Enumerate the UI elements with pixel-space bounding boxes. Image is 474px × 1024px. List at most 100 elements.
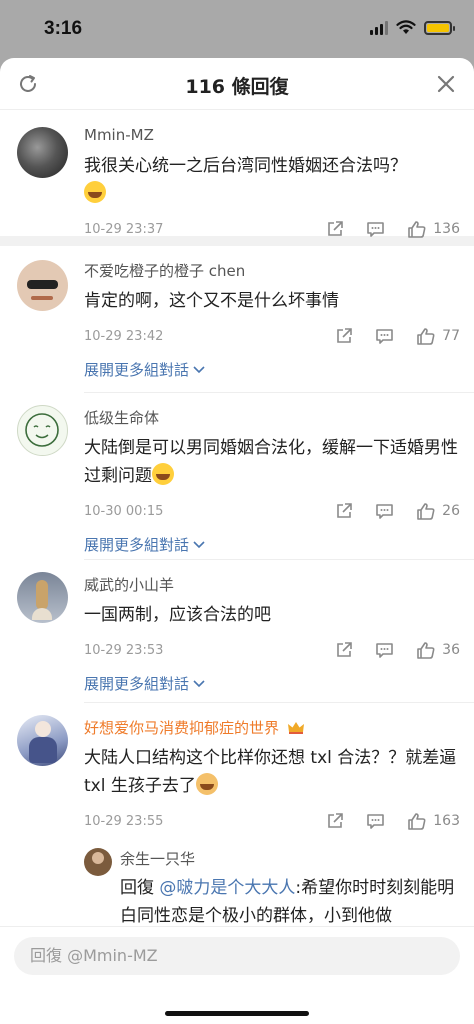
avatar[interactable] (17, 405, 68, 456)
reply-button[interactable] (375, 327, 394, 345)
comment-item: 好想爱你马消费抑郁症的世界 大陆人口结构这个比样你还想 txl 合法？？就差逼 … (0, 703, 474, 926)
chevron-down-icon (193, 540, 205, 548)
share-icon (337, 503, 352, 518)
reply-button[interactable] (375, 502, 394, 520)
reply-button[interactable] (375, 641, 394, 659)
share-button[interactable] (335, 327, 353, 345)
comment-list[interactable]: Mmin-MZ 我很关心统一之后台湾同性婚姻还合法吗？ 10-29 23:37 (0, 110, 474, 926)
comment-username-text: 好想爱你马消费抑郁症的世界 (84, 719, 280, 737)
like-count: 163 (433, 813, 460, 829)
comment-time: 10-29 23:42 (84, 328, 164, 344)
avatar[interactable] (17, 715, 68, 766)
comment-username[interactable]: 不爱吃橙子的橙子 chen (84, 246, 460, 282)
chevron-down-icon (193, 679, 205, 687)
comment-icon (376, 643, 393, 658)
thumbs-up-icon (417, 327, 435, 345)
comment-text-content: 大陆人口结构这个比样你还想 txl 合法？？就差逼 txl 生孩子去了 (84, 748, 457, 796)
crown-icon (287, 722, 304, 734)
home-indicator (165, 1011, 309, 1016)
comment-time: 10-29 23:53 (84, 642, 164, 658)
comment-text: 肯定的啊，这个又不是什么坏事情 (84, 291, 339, 311)
share-button[interactable] (326, 220, 344, 238)
expand-thread-label: 展開更多組對話 (84, 675, 190, 693)
like-button[interactable]: 77 (416, 327, 460, 346)
reply-avatar[interactable] (84, 848, 112, 876)
comment-username[interactable]: 低级生命体 (84, 393, 460, 429)
like-button[interactable]: 36 (416, 641, 460, 660)
like-button[interactable]: 26 (416, 502, 460, 521)
comment-text: 一国两制，应该合法的吧 (84, 605, 271, 625)
reply-prefix: 回復 (120, 878, 160, 898)
like-count: 136 (433, 221, 460, 237)
share-icon (337, 328, 352, 343)
share-button[interactable] (335, 641, 353, 659)
comment-icon (376, 504, 393, 519)
avatar[interactable] (17, 127, 68, 178)
like-button[interactable]: 136 (407, 220, 460, 239)
close-icon (437, 75, 455, 93)
battery-icon (424, 20, 455, 35)
wifi-icon (396, 20, 416, 34)
share-button[interactable] (326, 812, 344, 830)
comments-sheet: 116 條回復 Mmin-MZ 我很关心统一之后台湾同性婚姻还合法吗？ 10-2… (0, 58, 474, 1024)
comment-meta: 10-29 23:53 36 (84, 635, 460, 665)
expand-thread-link[interactable]: 展開更多組對話 (84, 359, 205, 380)
comment-time: 10-29 23:37 (84, 221, 164, 237)
avatar[interactable] (17, 260, 68, 311)
thumbs-up-icon (417, 641, 435, 659)
comment-meta: 10-29 23:37 136 (84, 214, 460, 244)
laughing-crying-emoji (152, 463, 174, 485)
comment-item: 不爱吃橙子的橙子 chen 肯定的啊，这个又不是什么坏事情 10-29 23:4… (0, 246, 474, 392)
sheet-title: 116 條回復 (185, 76, 289, 98)
comment-username[interactable]: 威武的小山羊 (84, 560, 460, 596)
comment-actions: 26 (313, 502, 460, 521)
expand-thread-link[interactable]: 展開更多組對話 (84, 673, 205, 694)
chevron-down-icon (193, 365, 205, 373)
comment-actions: 136 (304, 220, 460, 239)
comment-item: 威武的小山羊 一国两制，应该合法的吧 10-29 23:53 36 展開更多組對… (0, 560, 474, 702)
reply-button[interactable] (366, 220, 385, 238)
laughing-crying-emoji (84, 181, 106, 203)
doodle-face-icon (25, 413, 59, 447)
thumbs-up-icon (408, 812, 426, 830)
comment-meta: 10-29 23:42 77 (84, 321, 460, 351)
comment-actions: 163 (304, 812, 460, 831)
comment-actions: 77 (313, 327, 460, 346)
status-time: 3:16 (44, 18, 83, 39)
expand-thread-link[interactable]: 展開更多組對話 (84, 534, 205, 555)
comment-text-content: 我很关心统一之后台湾同性婚姻还合法吗？ (84, 156, 407, 176)
comment-text: 大陆人口结构这个比样你还想 txl 合法？？就差逼 txl 生孩子去了 (84, 744, 460, 800)
reply-button[interactable] (366, 812, 385, 830)
reply-username[interactable]: 余生一只华 (120, 844, 474, 870)
comment-text: 大陆倒是可以男同婚姻合法化，缓解一下适婚男性过剩问题 (84, 434, 460, 490)
avatar[interactable] (17, 572, 68, 623)
expand-thread-label: 展開更多組對話 (84, 536, 190, 554)
share-icon (337, 642, 352, 657)
like-count: 36 (442, 642, 460, 658)
comment-username[interactable]: Mmin-MZ (84, 110, 460, 146)
close-button[interactable] (432, 70, 460, 98)
comment-item: 低级生命体 大陆倒是可以男同婚姻合法化，缓解一下适婚男性过剩问题 10-30 0… (0, 393, 474, 559)
thumbs-up-icon (408, 220, 426, 238)
comment-meta: 10-29 23:55 163 (84, 806, 460, 836)
signal-icon (370, 20, 388, 35)
comment-icon (376, 329, 393, 344)
nested-reply: 余生一只华 回復 @啵力是个大大人:希望你时时刻刻能明白同性恋是个极小的群体，小… (84, 844, 474, 926)
comment-username[interactable]: 好想爱你马消费抑郁症的世界 (84, 703, 460, 739)
reply-input[interactable]: 回復 @Mmin-MZ (14, 937, 460, 975)
doge-emoji (195, 773, 218, 795)
thumbs-up-icon (417, 502, 435, 520)
share-icon (328, 221, 344, 236)
comment-actions: 36 (313, 641, 460, 660)
status-icons (370, 20, 455, 35)
comment-item: Mmin-MZ 我很关心统一之后台湾同性婚姻还合法吗？ 10-29 23:37 (0, 110, 474, 238)
comment-icon (367, 814, 385, 829)
comment-icon (367, 222, 385, 237)
comment-time: 10-30 00:15 (84, 503, 164, 519)
reply-bar: 回復 @Mmin-MZ (0, 926, 474, 1024)
share-icon (328, 813, 344, 828)
like-count: 77 (442, 328, 460, 344)
share-button[interactable] (335, 502, 353, 520)
reply-mention-link[interactable]: @啵力是个大大人 (159, 878, 295, 898)
like-button[interactable]: 163 (407, 812, 460, 831)
